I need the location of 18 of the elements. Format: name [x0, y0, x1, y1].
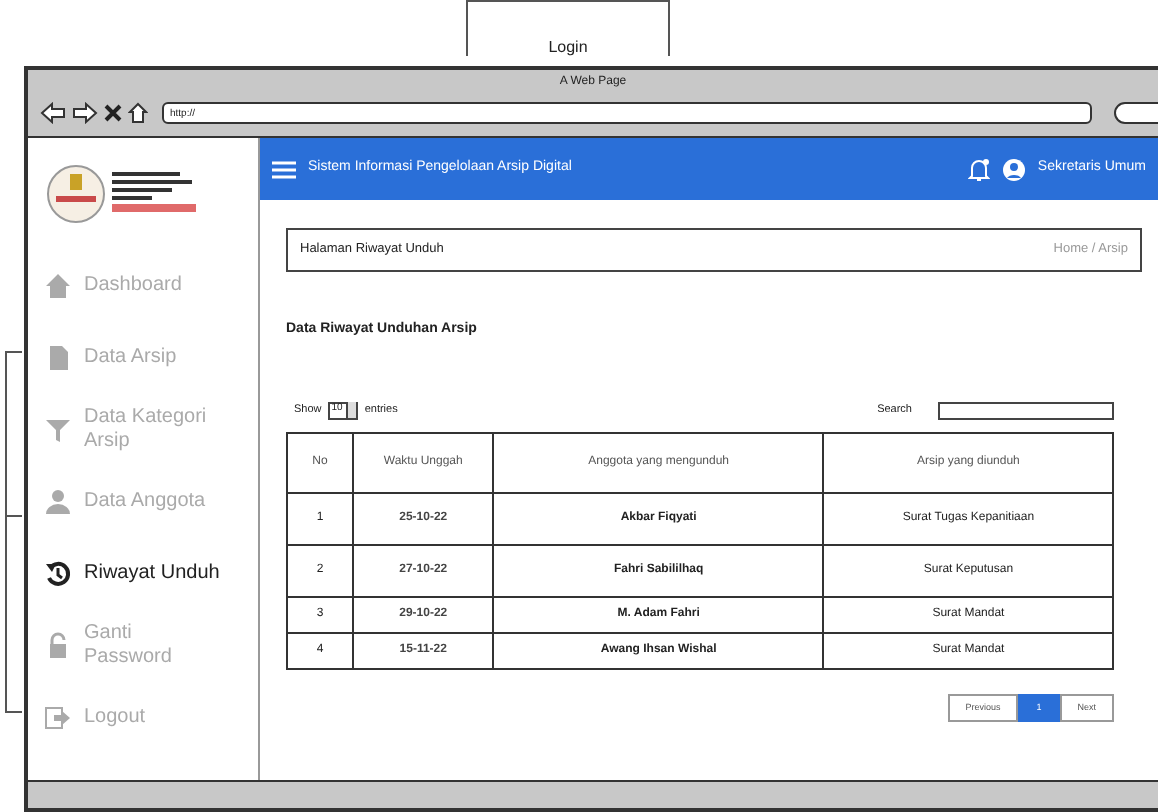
user-avatar-icon[interactable]	[1001, 157, 1026, 181]
lock-icon	[44, 632, 72, 660]
home-icon	[44, 272, 72, 300]
search-field[interactable]	[938, 401, 1114, 419]
search-field[interactable]	[1114, 102, 1158, 124]
sidebar-item[interactable]: Riwayat Unduh	[44, 538, 258, 610]
file-icon	[44, 344, 72, 372]
login-tab[interactable]: Login	[466, 0, 670, 56]
close-icon[interactable]	[104, 102, 122, 124]
filter-icon	[44, 416, 72, 444]
history-icon	[44, 560, 72, 588]
bell-icon[interactable]	[967, 157, 990, 181]
menu-icon[interactable]	[272, 159, 296, 179]
back-icon[interactable]	[40, 102, 66, 124]
home-icon[interactable]	[128, 102, 148, 124]
logout-icon	[44, 704, 72, 732]
user-icon	[44, 488, 72, 516]
forward-icon[interactable]	[72, 102, 98, 124]
